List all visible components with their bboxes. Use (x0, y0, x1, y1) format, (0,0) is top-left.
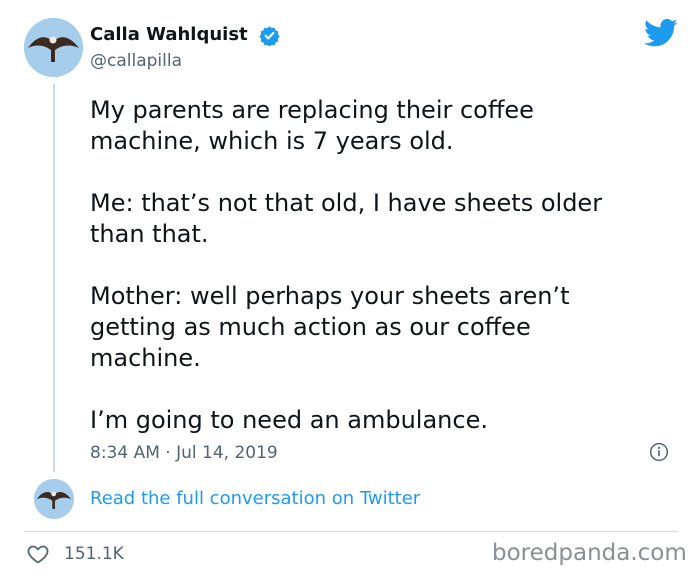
watermark-text: boredpanda.com (492, 540, 687, 566)
tweet-text: My parents are replacing their coffee ma… (90, 95, 670, 467)
thread-line (53, 84, 55, 472)
tweet-paragraph-1: My parents are replacing their coffee ma… (90, 96, 534, 155)
like-count[interactable]: 151.1K (64, 543, 124, 565)
conversation-avatar[interactable] (34, 479, 74, 519)
tweet-paragraph-4: I’m going to need an ambulance. (90, 406, 488, 434)
verified-badge-icon (259, 26, 280, 46)
divider (24, 531, 678, 532)
heart-icon[interactable] (26, 542, 50, 566)
author-handle[interactable]: @callapilla (90, 51, 182, 71)
read-conversation-link[interactable]: Read the full conversation on Twitter (90, 488, 420, 510)
hawk-icon (24, 18, 83, 77)
info-icon[interactable] (649, 442, 669, 462)
tweet-paragraph-2: Me: that’s not that old, I have sheets o… (90, 189, 603, 248)
author-name[interactable]: Calla Wahlquist (90, 24, 248, 46)
tweet-timestamp[interactable]: 8:34 AM · Jul 14, 2019 (90, 442, 278, 464)
tweet-paragraph-3: Mother: well perhaps your sheets aren’t … (90, 282, 570, 372)
twitter-bird-icon[interactable] (644, 18, 678, 48)
author-avatar[interactable] (24, 18, 83, 77)
hawk-icon (34, 479, 74, 519)
